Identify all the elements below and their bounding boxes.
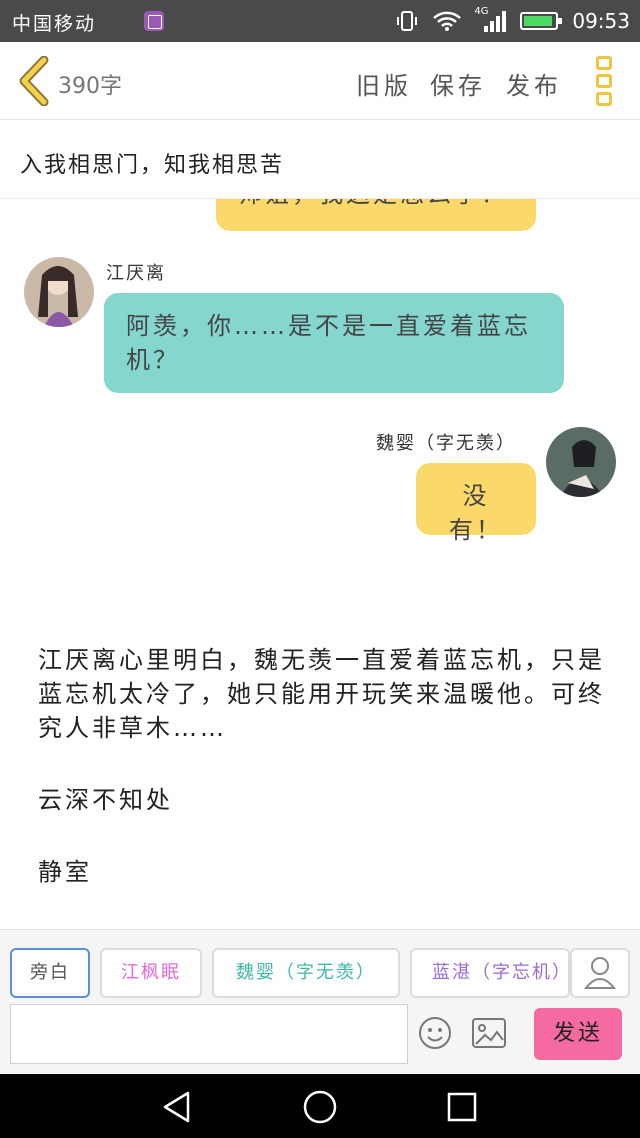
scene-heading: 云深不知处 [38, 786, 173, 814]
role-chip-lan-zhan[interactable]: 蓝湛（字忘机） [410, 948, 570, 998]
back-triangle-icon[interactable] [160, 1090, 194, 1124]
scene-heading: 静室 [38, 858, 92, 886]
status-icons: 4G 09:53 [396, 0, 630, 42]
status-bar: 中国移动 4G 09:53 [0, 0, 640, 42]
gallery-notification-icon [144, 11, 164, 31]
add-role-button[interactable] [570, 948, 630, 998]
speaker-name: 魏婴（字无羡） [376, 433, 516, 454]
role-chip-label: 魏婴（字无羡） [236, 962, 376, 983]
wifi-icon [433, 11, 462, 31]
vibrate-icon [397, 11, 418, 31]
role-chip-label: 江枫眠 [121, 962, 181, 983]
narration-paragraph: 江厌离心里明白，魏无羡一直爱着蓝忘机，只是蓝忘机太冷了，她只能用开玩笑来温暖他。… [38, 646, 605, 742]
carrier-label: 中国移动 [12, 13, 97, 35]
role-chip-label: 蓝湛（字忘机） [432, 962, 570, 983]
chat-bubble[interactable]: 阿羡，你……是不是一直爱着蓝忘机？ [104, 293, 564, 393]
chat-bubble-partial[interactable]: 师姐，我这是怎么了？ [216, 199, 536, 231]
save-button[interactable]: 保存 [430, 66, 486, 101]
input-toolbar: 旁白 江枫眠 魏婴（字无羡） 蓝湛（字忘机） 发送 [0, 929, 640, 1074]
message-input[interactable] [10, 1004, 408, 1064]
role-chip-jiang-fengmian[interactable]: 江枫眠 [100, 948, 202, 998]
back-chevron-icon[interactable] [14, 56, 54, 106]
send-button-label: 发送 [552, 1021, 603, 1046]
person-icon [583, 957, 617, 989]
chat-bubble-text: 没有！ [449, 482, 503, 544]
more-menu-icon[interactable] [596, 56, 618, 106]
chapter-title: 入我相思门，知我相思苦 [20, 153, 285, 178]
role-chip-wei-ying[interactable]: 魏婴（字无羡） [212, 948, 400, 998]
avatar-wei-ying[interactable] [546, 427, 616, 497]
emoji-icon[interactable] [418, 1016, 452, 1050]
recent-apps-square-icon[interactable] [446, 1091, 478, 1123]
send-button[interactable]: 发送 [534, 1008, 622, 1060]
editor-header: 390字 旧版 保存 发布 [0, 42, 640, 120]
image-icon[interactable] [472, 1018, 506, 1048]
speaker-name: 江厌离 [106, 263, 166, 284]
old-version-button[interactable]: 旧版 [356, 66, 412, 101]
system-nav-bar [0, 1074, 640, 1138]
story-content[interactable]: 师姐，我这是怎么了？ 江厌离 阿羡，你……是不是一直爱着蓝忘机？ 魏婴（字无羡）… [0, 199, 640, 929]
cell-signal-icon: 4G [474, 6, 507, 34]
publish-button[interactable]: 发布 [506, 66, 562, 101]
chapter-title-bar[interactable]: 入我相思门，知我相思苦 [0, 121, 640, 199]
clock: 09:53 [572, 9, 630, 33]
battery-icon [520, 12, 563, 30]
network-type: 4G [474, 6, 489, 17]
chat-bubble-text: 师姐，我这是怎么了？ [238, 199, 508, 208]
role-chip-narration[interactable]: 旁白 [10, 948, 90, 998]
word-count: 390字 [58, 74, 122, 99]
chat-bubble-text: 阿羡，你……是不是一直爱着蓝忘机？ [126, 312, 531, 374]
avatar-jiang-yanli[interactable] [24, 257, 94, 327]
home-circle-icon[interactable] [302, 1089, 338, 1125]
role-chip-label: 旁白 [30, 962, 70, 983]
chat-bubble[interactable]: 没有！ [416, 463, 536, 544]
